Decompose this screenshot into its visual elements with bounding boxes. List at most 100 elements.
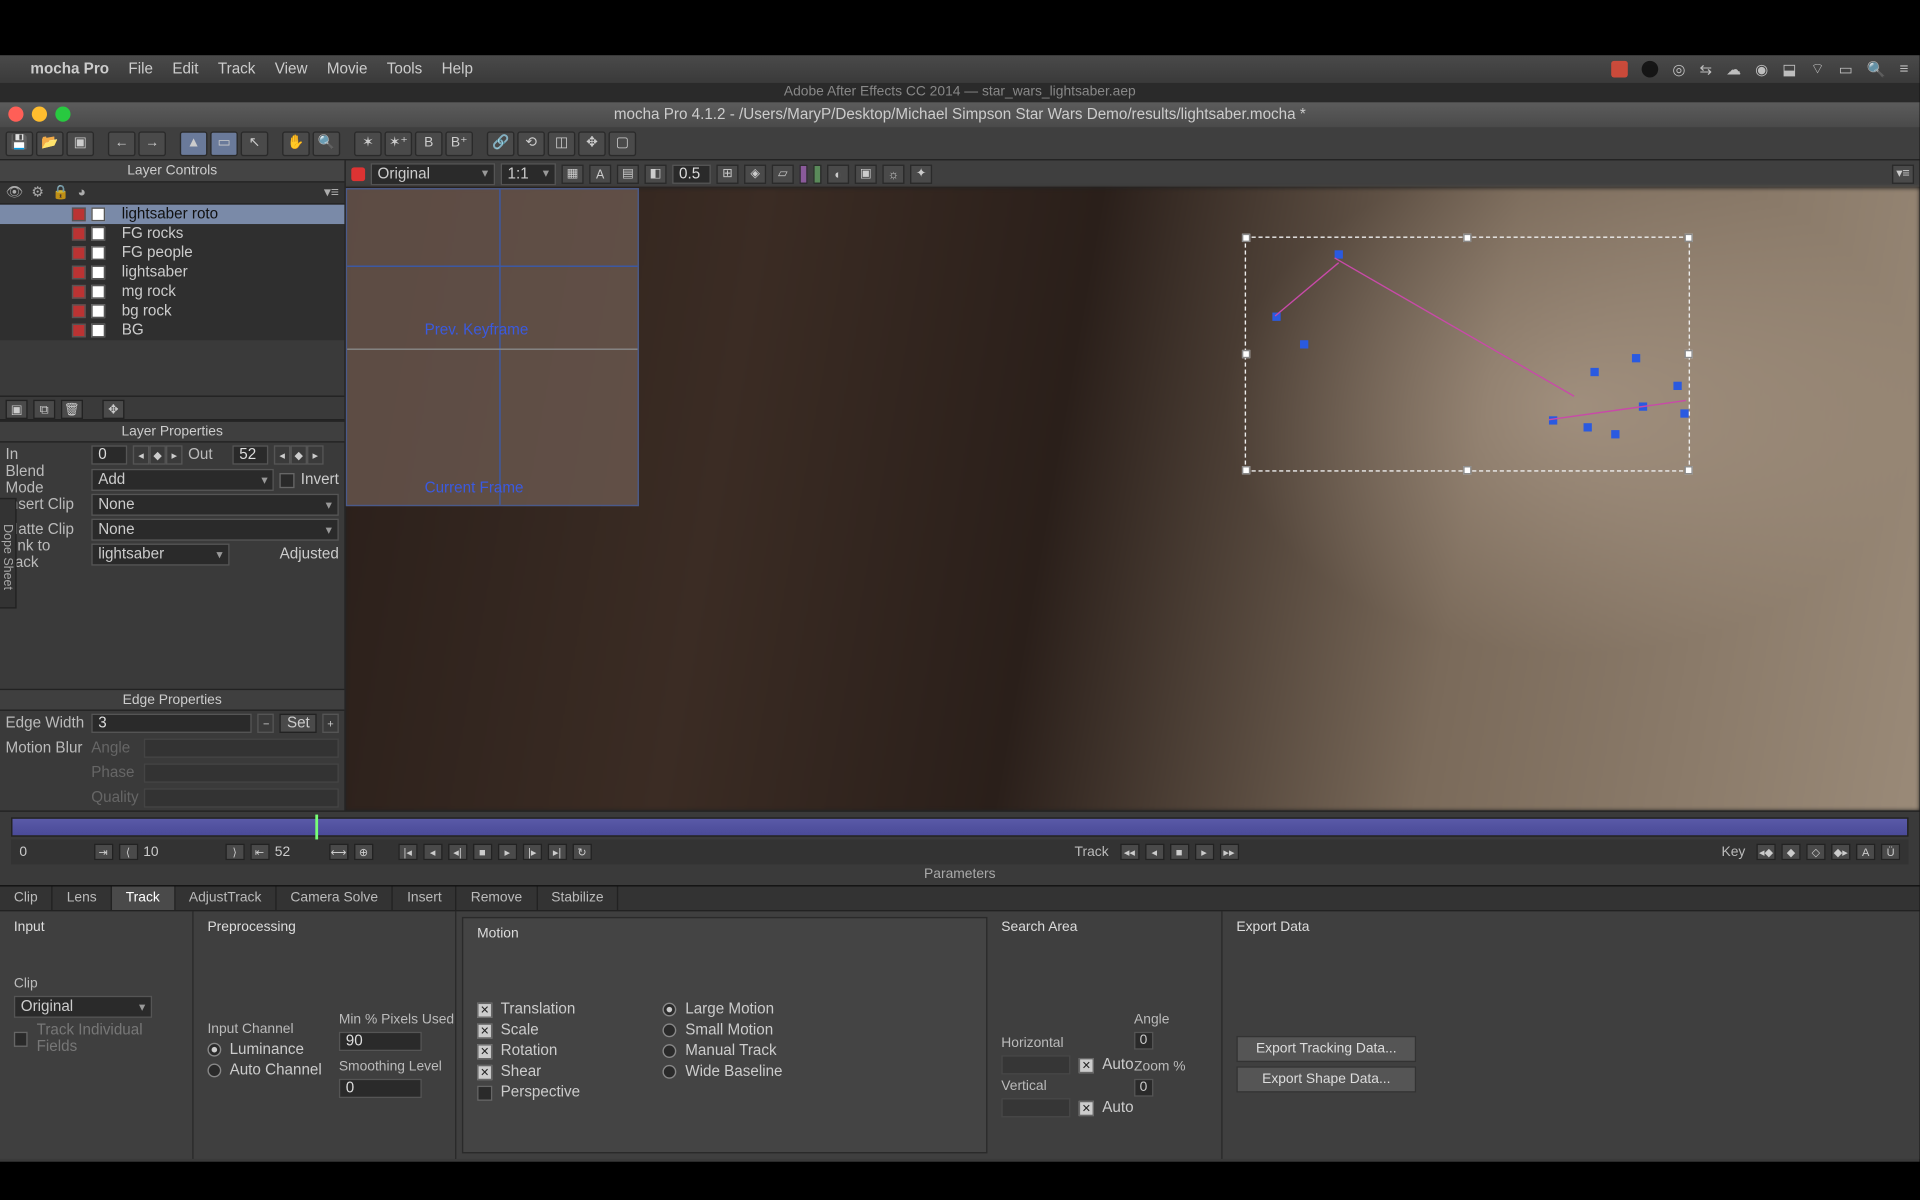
invert-checkbox[interactable] xyxy=(280,472,295,487)
add-key-button[interactable]: ◆ xyxy=(1781,844,1800,861)
render-icon[interactable]: ▣ xyxy=(855,164,877,183)
play-button[interactable]: ▸ xyxy=(498,844,517,861)
redo-button[interactable]: → xyxy=(138,131,166,156)
viewer-menu-icon[interactable]: ▾≡ xyxy=(1892,164,1914,183)
matte-clip-dropdown[interactable]: None xyxy=(91,519,339,541)
app-name[interactable]: mocha Pro xyxy=(30,61,109,78)
export-tracking-button[interactable]: Export Tracking Data... xyxy=(1236,1036,1416,1062)
blend-mode-dropdown[interactable]: Add xyxy=(91,469,274,491)
panel-menu-icon[interactable]: ▾≡ xyxy=(324,185,339,200)
edge-width-field[interactable]: 3 xyxy=(91,714,252,733)
set-in-button[interactable]: ⇥ xyxy=(93,844,112,861)
track-back-button[interactable]: ◂◂ xyxy=(1120,844,1139,861)
mac-status-icons[interactable]: ◎ ⇆ ☁ ◉ ⬓ ⌔ ▭ 🔍 ≡ xyxy=(1612,59,1909,78)
track-back-1-button[interactable]: ◂ xyxy=(1145,844,1164,861)
marquee-tool[interactable]: ▭ xyxy=(210,131,238,156)
brightness-icon[interactable]: ☼ xyxy=(882,164,904,183)
hand-tool[interactable]: ✋ xyxy=(282,131,310,156)
timeline-track[interactable] xyxy=(11,817,1908,836)
vert-auto-checkbox[interactable] xyxy=(1079,1100,1094,1115)
auto-channel-radio[interactable] xyxy=(207,1064,221,1078)
menu-track[interactable]: Track xyxy=(218,61,255,78)
go-start-button[interactable]: |◂ xyxy=(398,844,417,861)
overlay-icon[interactable]: ◧ xyxy=(644,164,666,183)
add-xspline-tool[interactable]: ✶⁺ xyxy=(384,131,412,156)
dropbox-icon[interactable]: ⬓ xyxy=(1782,60,1796,78)
zoom-fit-button[interactable]: ⟷ xyxy=(329,844,348,861)
min-pixels-field[interactable]: 90 xyxy=(339,1032,422,1051)
maximize-icon[interactable] xyxy=(55,106,70,121)
layer-row[interactable]: mg rock xyxy=(0,282,344,301)
step-back-button[interactable]: ◂ xyxy=(423,844,442,861)
luminance-radio[interactable] xyxy=(207,1043,221,1057)
viewer[interactable]: Original 1:1 ▦ A ▤ ◧ 0.5 ⊞ ◈ ▱ ◐ ▣ ☼ ✦ ▾… xyxy=(346,160,1920,810)
surface-icon[interactable]: ▱ xyxy=(772,164,794,183)
select-tool[interactable]: ▲ xyxy=(180,131,208,156)
xspline-tool[interactable]: ✶ xyxy=(354,131,382,156)
window-titlebar[interactable]: mocha Pro 4.1.2 - /Users/MaryP/Desktop/M… xyxy=(0,102,1920,127)
transform-tool[interactable]: ◫ xyxy=(548,131,576,156)
perspective-checkbox[interactable] xyxy=(477,1085,492,1100)
tab-lens[interactable]: Lens xyxy=(53,887,112,911)
goto-out-button[interactable]: ⟩ xyxy=(225,844,244,861)
step-fwd-button[interactable]: |▸ xyxy=(523,844,542,861)
tab-clip[interactable]: Clip xyxy=(0,887,53,911)
prev-key-button[interactable]: ◂◆ xyxy=(1756,844,1775,861)
zoom-in-button[interactable]: ⊕ xyxy=(354,844,373,861)
track-stop-button[interactable]: ■ xyxy=(1169,844,1188,861)
zoom-tool[interactable]: 🔍 xyxy=(313,131,341,156)
track-fwd-button[interactable]: ▸▸ xyxy=(1219,844,1238,861)
stabilize-view-icon[interactable]: ✦ xyxy=(910,164,932,183)
stop-button[interactable]: ■ xyxy=(473,844,492,861)
layer-row[interactable]: FG rocks xyxy=(0,224,344,243)
alpha-icon[interactable]: A xyxy=(589,164,611,183)
scale-checkbox[interactable] xyxy=(477,1023,492,1038)
out-next-button[interactable]: ▸ xyxy=(307,445,324,464)
track-individual-checkbox[interactable] xyxy=(14,1031,28,1046)
rotate-tool[interactable]: ⟲ xyxy=(517,131,545,156)
lock-icon[interactable]: 🔒 xyxy=(52,185,69,200)
menu-file[interactable]: File xyxy=(128,61,153,78)
edge-width-dec[interactable]: − xyxy=(258,714,275,733)
loop-button[interactable]: ↻ xyxy=(572,844,591,861)
menu-tools[interactable]: Tools xyxy=(387,61,423,78)
smoothing-field[interactable]: 0 xyxy=(339,1079,422,1098)
play-back-button[interactable]: ◂| xyxy=(448,844,467,861)
color-swatch-1[interactable] xyxy=(799,164,807,183)
del-key-button[interactable]: ◇ xyxy=(1806,844,1825,861)
tab-stabilize[interactable]: Stabilize xyxy=(537,887,618,911)
layer-row[interactable]: lightsaber xyxy=(0,263,344,282)
layer-list[interactable]: lightsaber roto FG rocks FG people light… xyxy=(0,205,344,341)
target-icon[interactable]: ◉ xyxy=(1755,60,1768,78)
mac-menubar[interactable]: mocha Pro File Edit Track View Movie Too… xyxy=(0,55,1920,83)
rect-tool[interactable]: ▢ xyxy=(609,131,637,156)
overlay-opacity-field[interactable]: 0.5 xyxy=(672,164,711,183)
link-track-dropdown[interactable]: lightsaber xyxy=(91,544,229,566)
uberkey-button[interactable]: Ü xyxy=(1881,844,1900,861)
tab-adjusttrack[interactable]: AdjustTrack xyxy=(175,887,277,911)
zoom-field[interactable]: 0 xyxy=(1134,1079,1153,1097)
in-prev-button[interactable]: ◂ xyxy=(133,445,150,464)
viewer-zoom-dropdown[interactable]: 1:1 xyxy=(501,163,556,185)
track-fwd-1-button[interactable]: ▸ xyxy=(1194,844,1213,861)
in-field[interactable]: 0 xyxy=(91,445,127,464)
selection-rect[interactable] xyxy=(1245,236,1690,471)
menu-help[interactable]: Help xyxy=(442,61,473,78)
add-bezier-tool[interactable]: B⁺ xyxy=(445,131,473,156)
horiz-auto-checkbox[interactable] xyxy=(1079,1057,1094,1072)
large-motion-radio[interactable] xyxy=(663,1003,677,1017)
close-icon[interactable] xyxy=(8,106,23,121)
edge-width-inc[interactable]: + xyxy=(322,714,339,733)
mask-icon[interactable]: ◐ xyxy=(827,164,849,183)
rotation-checkbox[interactable] xyxy=(477,1043,492,1058)
menu-movie[interactable]: Movie xyxy=(327,61,368,78)
set-button[interactable]: Set xyxy=(280,714,317,733)
tab-remove[interactable]: Remove xyxy=(457,887,538,911)
out-key-button[interactable]: ◆ xyxy=(290,445,307,464)
move-tool[interactable]: ✥ xyxy=(578,131,606,156)
lasso-tool[interactable]: ↖ xyxy=(241,131,269,156)
layer-row[interactable]: FG people xyxy=(0,243,344,262)
layer-row[interactable]: lightsaber roto xyxy=(0,205,344,224)
sync-icon[interactable]: ⇆ xyxy=(1700,60,1713,78)
color-swatch-2[interactable] xyxy=(813,164,821,183)
